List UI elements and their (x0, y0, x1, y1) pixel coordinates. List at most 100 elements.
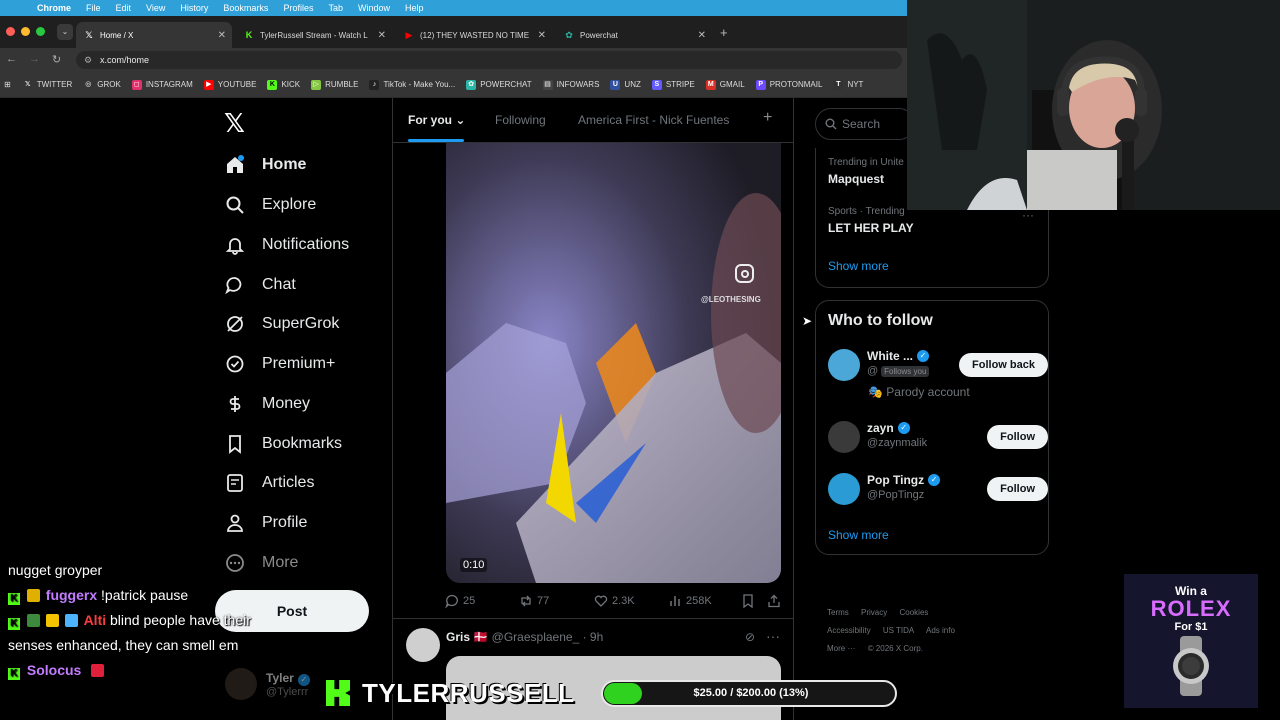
heart-icon (594, 595, 608, 607)
tab-america-first[interactable]: America First - Nick Fuentes (578, 113, 729, 127)
nav-supergrok[interactable]: SuperGrok (225, 311, 339, 337)
close-tab-icon[interactable]: ✕ (698, 30, 706, 41)
tab-following[interactable]: Following (495, 113, 546, 127)
bookmark-instagram[interactable]: ◻ INSTAGRAM (131, 79, 193, 90)
bookmark-grok[interactable]: ◎ GROK (83, 80, 121, 90)
site-settings-icon[interactable]: ⚙ (84, 51, 92, 69)
bookmark-icon (743, 594, 753, 608)
show-more-link[interactable]: Show more (828, 259, 889, 273)
forward-arrow-icon[interactable]: → (29, 53, 40, 65)
footer-privacy[interactable]: Privacy (861, 608, 887, 617)
avatar[interactable] (828, 473, 860, 505)
crown-icon (45, 614, 59, 627)
back-arrow-icon[interactable]: ← (6, 53, 17, 65)
bookmark-post-button[interactable] (742, 594, 758, 608)
close-window-button[interactable] (6, 27, 15, 36)
tab-youtube[interactable]: ▶ (12) THEY WASTED NO TIME ✕ (396, 22, 552, 48)
bookmark-powerchat[interactable]: ✿ POWERCHAT (466, 79, 532, 90)
more-options-icon[interactable]: ··· (1022, 208, 1034, 222)
bookmark-kick[interactable]: K KICK (267, 79, 300, 90)
footer-cookies[interactable]: Cookies (899, 608, 928, 617)
menu-profiles[interactable]: Profiles (283, 3, 313, 13)
menu-help[interactable]: Help (405, 3, 424, 13)
post-time[interactable]: 9h (590, 630, 603, 644)
video-player[interactable]: @LEOTHESING 0:10 (446, 143, 781, 583)
share-button[interactable] (767, 594, 785, 608)
nav-home[interactable]: Home (225, 152, 306, 178)
avatar[interactable] (828, 421, 860, 453)
instagram-icon: ◻ (131, 79, 142, 90)
menu-app-name[interactable]: Chrome (37, 3, 71, 13)
zoom-window-button[interactable] (36, 27, 45, 36)
bookmark-tiktok[interactable]: ♪ TikTok - Make You... (369, 79, 455, 90)
tab-home-x[interactable]: 𝕏 Home / X ✕ (76, 22, 232, 48)
bookmark-unz[interactable]: U UNZ (610, 79, 641, 90)
close-tab-icon[interactable]: ✕ (538, 30, 546, 41)
bookmark-gmail[interactable]: M GMAIL (705, 79, 745, 90)
tab-powerchat[interactable]: ✿ Powerchat ✕ (556, 22, 712, 48)
bookmark-youtube[interactable]: ▶ YOUTUBE (203, 79, 256, 90)
reload-icon[interactable]: ↻ (52, 53, 61, 66)
url-input[interactable]: ⚙ x.com/home (76, 51, 902, 69)
tab-for-you[interactable]: For you ⌄ (408, 113, 465, 127)
bookmark-protonmail[interactable]: P PROTONMAIL (755, 79, 822, 90)
nav-profile[interactable]: Profile (225, 510, 307, 536)
more-options-icon[interactable]: ··· (766, 628, 780, 644)
bookmark-twitter[interactable]: 𝕏 TWITTER (23, 80, 72, 90)
nav-money[interactable]: Money (225, 391, 310, 417)
nav-explore[interactable]: Explore (225, 192, 316, 218)
menu-history[interactable]: History (180, 3, 208, 13)
like-button[interactable]: 2.3K (594, 594, 635, 608)
follow-suggestion[interactable]: Pop Tingz ✓ @PopTingz Follow (828, 473, 1048, 513)
bookmark-nyt[interactable]: T NYT (833, 79, 863, 90)
menu-view[interactable]: View (146, 3, 165, 13)
add-timeline-icon[interactable]: + (763, 109, 772, 127)
footer-us-tida[interactable]: US TIDA (883, 626, 914, 635)
bookmark-infowars[interactable]: ▤ INFOWARS (542, 79, 599, 90)
apps-grid-icon[interactable]: ⊞ (4, 80, 11, 89)
avatar[interactable] (828, 349, 860, 381)
menu-window[interactable]: Window (358, 3, 390, 13)
trend-title[interactable]: Mapquest (828, 172, 884, 186)
reply-button[interactable]: 25 (445, 594, 475, 608)
footer-accessibility[interactable]: Accessibility (827, 626, 871, 635)
x-logo-icon[interactable]: 𝕏 (224, 108, 245, 139)
tab-kick-stream[interactable]: K TylerRussell Stream - Watch L ✕ (236, 22, 392, 48)
minimize-window-button[interactable] (21, 27, 30, 36)
nav-articles[interactable]: Articles (225, 470, 314, 496)
nav-notifications[interactable]: Notifications (225, 232, 349, 258)
menu-file[interactable]: File (86, 3, 101, 13)
bookmark-stripe[interactable]: S STRIPE (651, 79, 695, 90)
close-tab-icon[interactable]: ✕ (378, 30, 386, 41)
nav-bookmarks[interactable]: Bookmarks (225, 431, 342, 457)
tab-search-chevron-icon[interactable]: ⌄ (57, 24, 73, 40)
close-tab-icon[interactable]: ✕ (218, 30, 226, 41)
footer-terms[interactable]: Terms (827, 608, 849, 617)
author-name[interactable]: Gris (446, 630, 470, 644)
menu-edit[interactable]: Edit (116, 3, 132, 13)
follow-button[interactable]: Follow (987, 425, 1048, 449)
menu-bookmarks[interactable]: Bookmarks (223, 3, 268, 13)
views-button[interactable]: 258K (668, 594, 712, 608)
gmail-icon: M (705, 79, 716, 90)
footer-more[interactable]: More ··· (827, 644, 855, 653)
show-more-link[interactable]: Show more (828, 528, 889, 542)
trend-title[interactable]: LET HER PLAY (828, 221, 914, 235)
follow-button[interactable]: Follow (987, 477, 1048, 501)
repost-button[interactable]: 77 (519, 594, 549, 608)
bookmark-rumble[interactable]: ▷ RUMBLE (311, 79, 358, 90)
follow-back-button[interactable]: Follow back (959, 353, 1048, 377)
author-handle[interactable]: @Graesplaene_ (492, 630, 580, 644)
nav-premium[interactable]: Premium+ (225, 351, 335, 377)
search-icon (225, 195, 245, 215)
footer-ads-info[interactable]: Ads info (926, 626, 955, 635)
menu-tab[interactable]: Tab (328, 3, 343, 13)
instagram-icon (735, 264, 754, 283)
follow-suggestion[interactable]: zayn ✓ @zaynmalik Follow (828, 421, 1048, 461)
avatar[interactable] (406, 628, 440, 662)
grok-icon[interactable]: ⊘ (745, 630, 755, 644)
new-tab-button[interactable]: + (720, 25, 728, 40)
nav-chat[interactable]: Chat (225, 272, 296, 298)
footer-links: Terms Privacy Cookies Accessibility US T… (827, 604, 1047, 658)
search-input[interactable]: Search (815, 108, 915, 140)
